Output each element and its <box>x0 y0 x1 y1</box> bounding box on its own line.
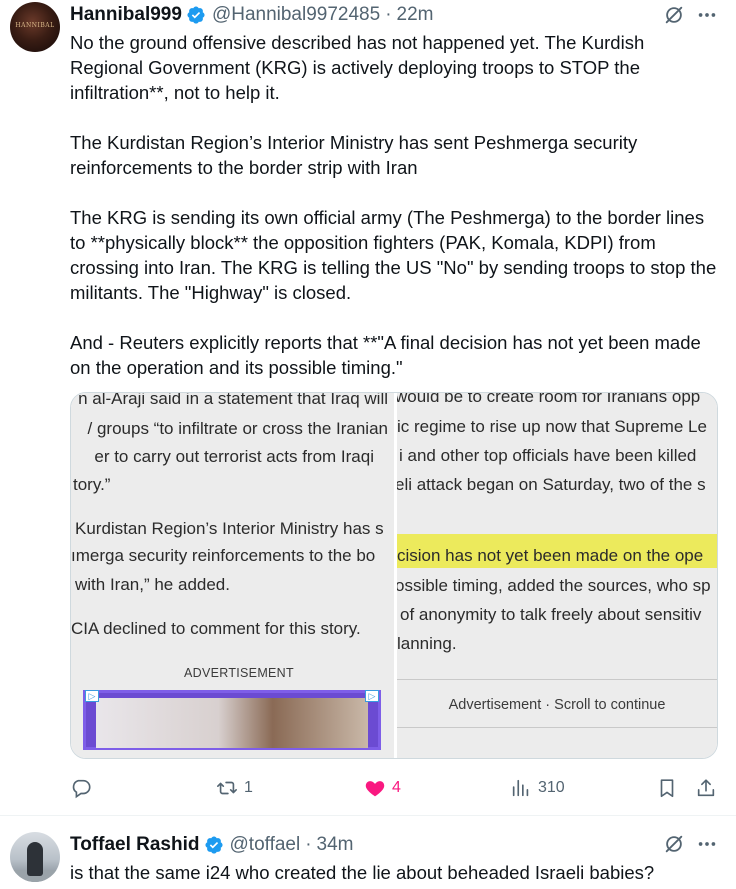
reply-icon <box>72 779 91 799</box>
repost-icon <box>217 781 237 795</box>
like-button[interactable]: 4 <box>364 774 401 802</box>
screenshot-text-line: n al-Araji said in a statement that Iraq… <box>78 393 388 408</box>
share-icon <box>697 779 715 797</box>
verified-badge-icon <box>204 836 223 854</box>
screenshot-text-line: lanning. <box>397 634 457 653</box>
post-action-bar: 1 4 310 <box>70 774 720 802</box>
screenshot-rule <box>397 727 717 728</box>
screenshot-ad-label: Advertisement · Scroll to continue <box>448 697 666 713</box>
avatar-logo-text: HANNIBAL <box>15 22 55 29</box>
screenshot-text-line: ımerga security reinforcements to the bo <box>71 546 376 565</box>
grok-icon[interactable] <box>663 4 685 26</box>
grok-icon[interactable] <box>663 833 685 855</box>
bookmark-button[interactable] <box>656 774 678 802</box>
post-timestamp[interactable]: 34m <box>317 834 354 856</box>
ad-choices-icon: ▷ <box>365 690 379 702</box>
screenshot-ad-photo <box>96 698 368 748</box>
screenshot-text-line-highlighted: cision has not yet been made on the ope <box>397 546 704 565</box>
verified-badge-icon <box>187 6 205 24</box>
post-text: is that the same i24 who created the lie… <box>70 862 655 883</box>
reply-button[interactable] <box>70 774 98 802</box>
view-count: 310 <box>538 779 565 796</box>
header-dot-separator: · <box>305 834 312 855</box>
screenshot-text-line: of anonymity to talk freely about sensit… <box>400 605 702 624</box>
screenshot-text-line: ossible timing, added the sources, who s… <box>397 576 711 595</box>
share-button[interactable] <box>695 774 717 802</box>
like-count: 4 <box>392 779 401 796</box>
avatar-person <box>27 842 43 876</box>
post-timestamp[interactable]: 22m <box>397 4 434 26</box>
media-screenshot-right[interactable]: would be to create room for Iranians opp… <box>397 393 717 758</box>
screenshot-text-line: i and other top officials have been kill… <box>399 446 697 465</box>
repost-count: 1 <box>244 779 253 796</box>
post-paragraph: No the ground offensive described has no… <box>70 32 645 103</box>
views-button[interactable]: 310 <box>510 774 565 802</box>
screenshot-text-line: tory.” <box>73 475 111 494</box>
post-paragraph: The Kurdistan Region’s Interior Ministry… <box>70 132 638 178</box>
post-paragraph: The KRG is sending its own official army… <box>70 207 717 303</box>
bookmark-icon <box>660 779 674 798</box>
more-options-icon[interactable] <box>696 4 718 26</box>
screenshot-text-line: would be to create room for Iranians opp <box>397 393 701 406</box>
views-chart-icon <box>512 779 529 797</box>
more-options-icon[interactable] <box>696 833 718 855</box>
author-avatar[interactable]: HANNIBAL <box>10 2 60 52</box>
post-paragraph: And - Reuters explicitly reports that **… <box>70 332 701 378</box>
post-header: Toffael Rashid @toffael · 34m <box>70 832 354 858</box>
author-name[interactable]: Toffael Rashid <box>70 834 200 856</box>
screenshot-text-line: CIA declined to comment for this story. <box>71 619 361 638</box>
screenshot-text-line: er to carry out terrorist acts from Iraq… <box>94 447 374 466</box>
author-handle[interactable]: @Hannibal9972485 <box>212 4 380 26</box>
post-hannibal999[interactable]: HANNIBAL Hannibal999 @Hannibal9972485 · … <box>0 0 736 815</box>
author-name[interactable]: Hannibal999 <box>70 4 182 26</box>
post-text: No the ground offensive described has no… <box>70 30 720 380</box>
post-media[interactable]: n al-Araji said in a statement that Iraq… <box>70 392 718 759</box>
screenshot-text-line: ic regime to rise up now that Supreme Le <box>397 417 707 436</box>
media-screenshot-left[interactable]: n al-Araji said in a statement that Iraq… <box>71 393 394 758</box>
screenshot-text-line: with Iran,” he added. <box>75 575 230 594</box>
screenshot-ad-label: ADVERTISEMENT <box>184 666 294 680</box>
screenshot-ad-image <box>83 690 381 750</box>
screenshot-text-line: Kurdistan Region’s Interior Ministry has… <box>75 519 384 538</box>
screenshot-text-line: / groups “to infiltrate or cross the Ira… <box>87 419 388 438</box>
author-handle[interactable]: @toffael <box>230 834 301 856</box>
screenshot-rule <box>397 679 717 680</box>
heart-icon <box>365 781 385 797</box>
post-header: Hannibal999 @Hannibal9972485 · 22m <box>70 2 434 28</box>
header-dot-separator: · <box>385 4 392 25</box>
screenshot-text-line: eli attack began on Saturday, two of the… <box>397 475 706 494</box>
author-avatar[interactable] <box>10 832 60 882</box>
repost-button[interactable]: 1 <box>216 774 253 802</box>
ad-choices-icon: ▷ <box>85 690 99 702</box>
